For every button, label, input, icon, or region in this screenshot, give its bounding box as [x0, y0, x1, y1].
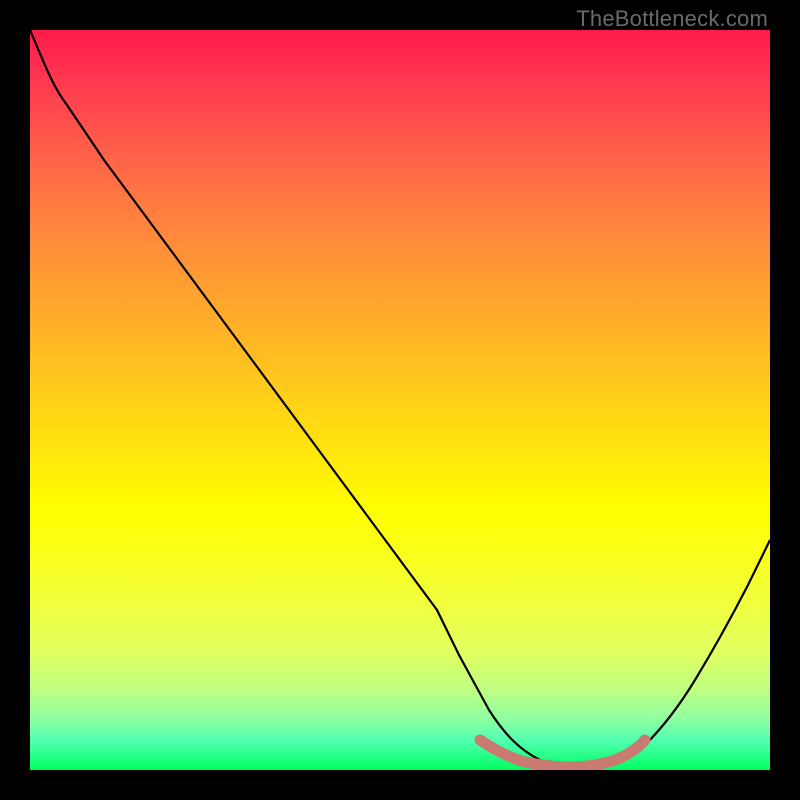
chart-plot-area [30, 30, 770, 770]
watermark-text: TheBottleneck.com [576, 6, 768, 32]
chart-container: TheBottleneck.com [0, 0, 800, 800]
highlight-band-line [480, 740, 645, 767]
chart-svg [30, 30, 770, 770]
bottleneck-curve-line [30, 30, 770, 768]
